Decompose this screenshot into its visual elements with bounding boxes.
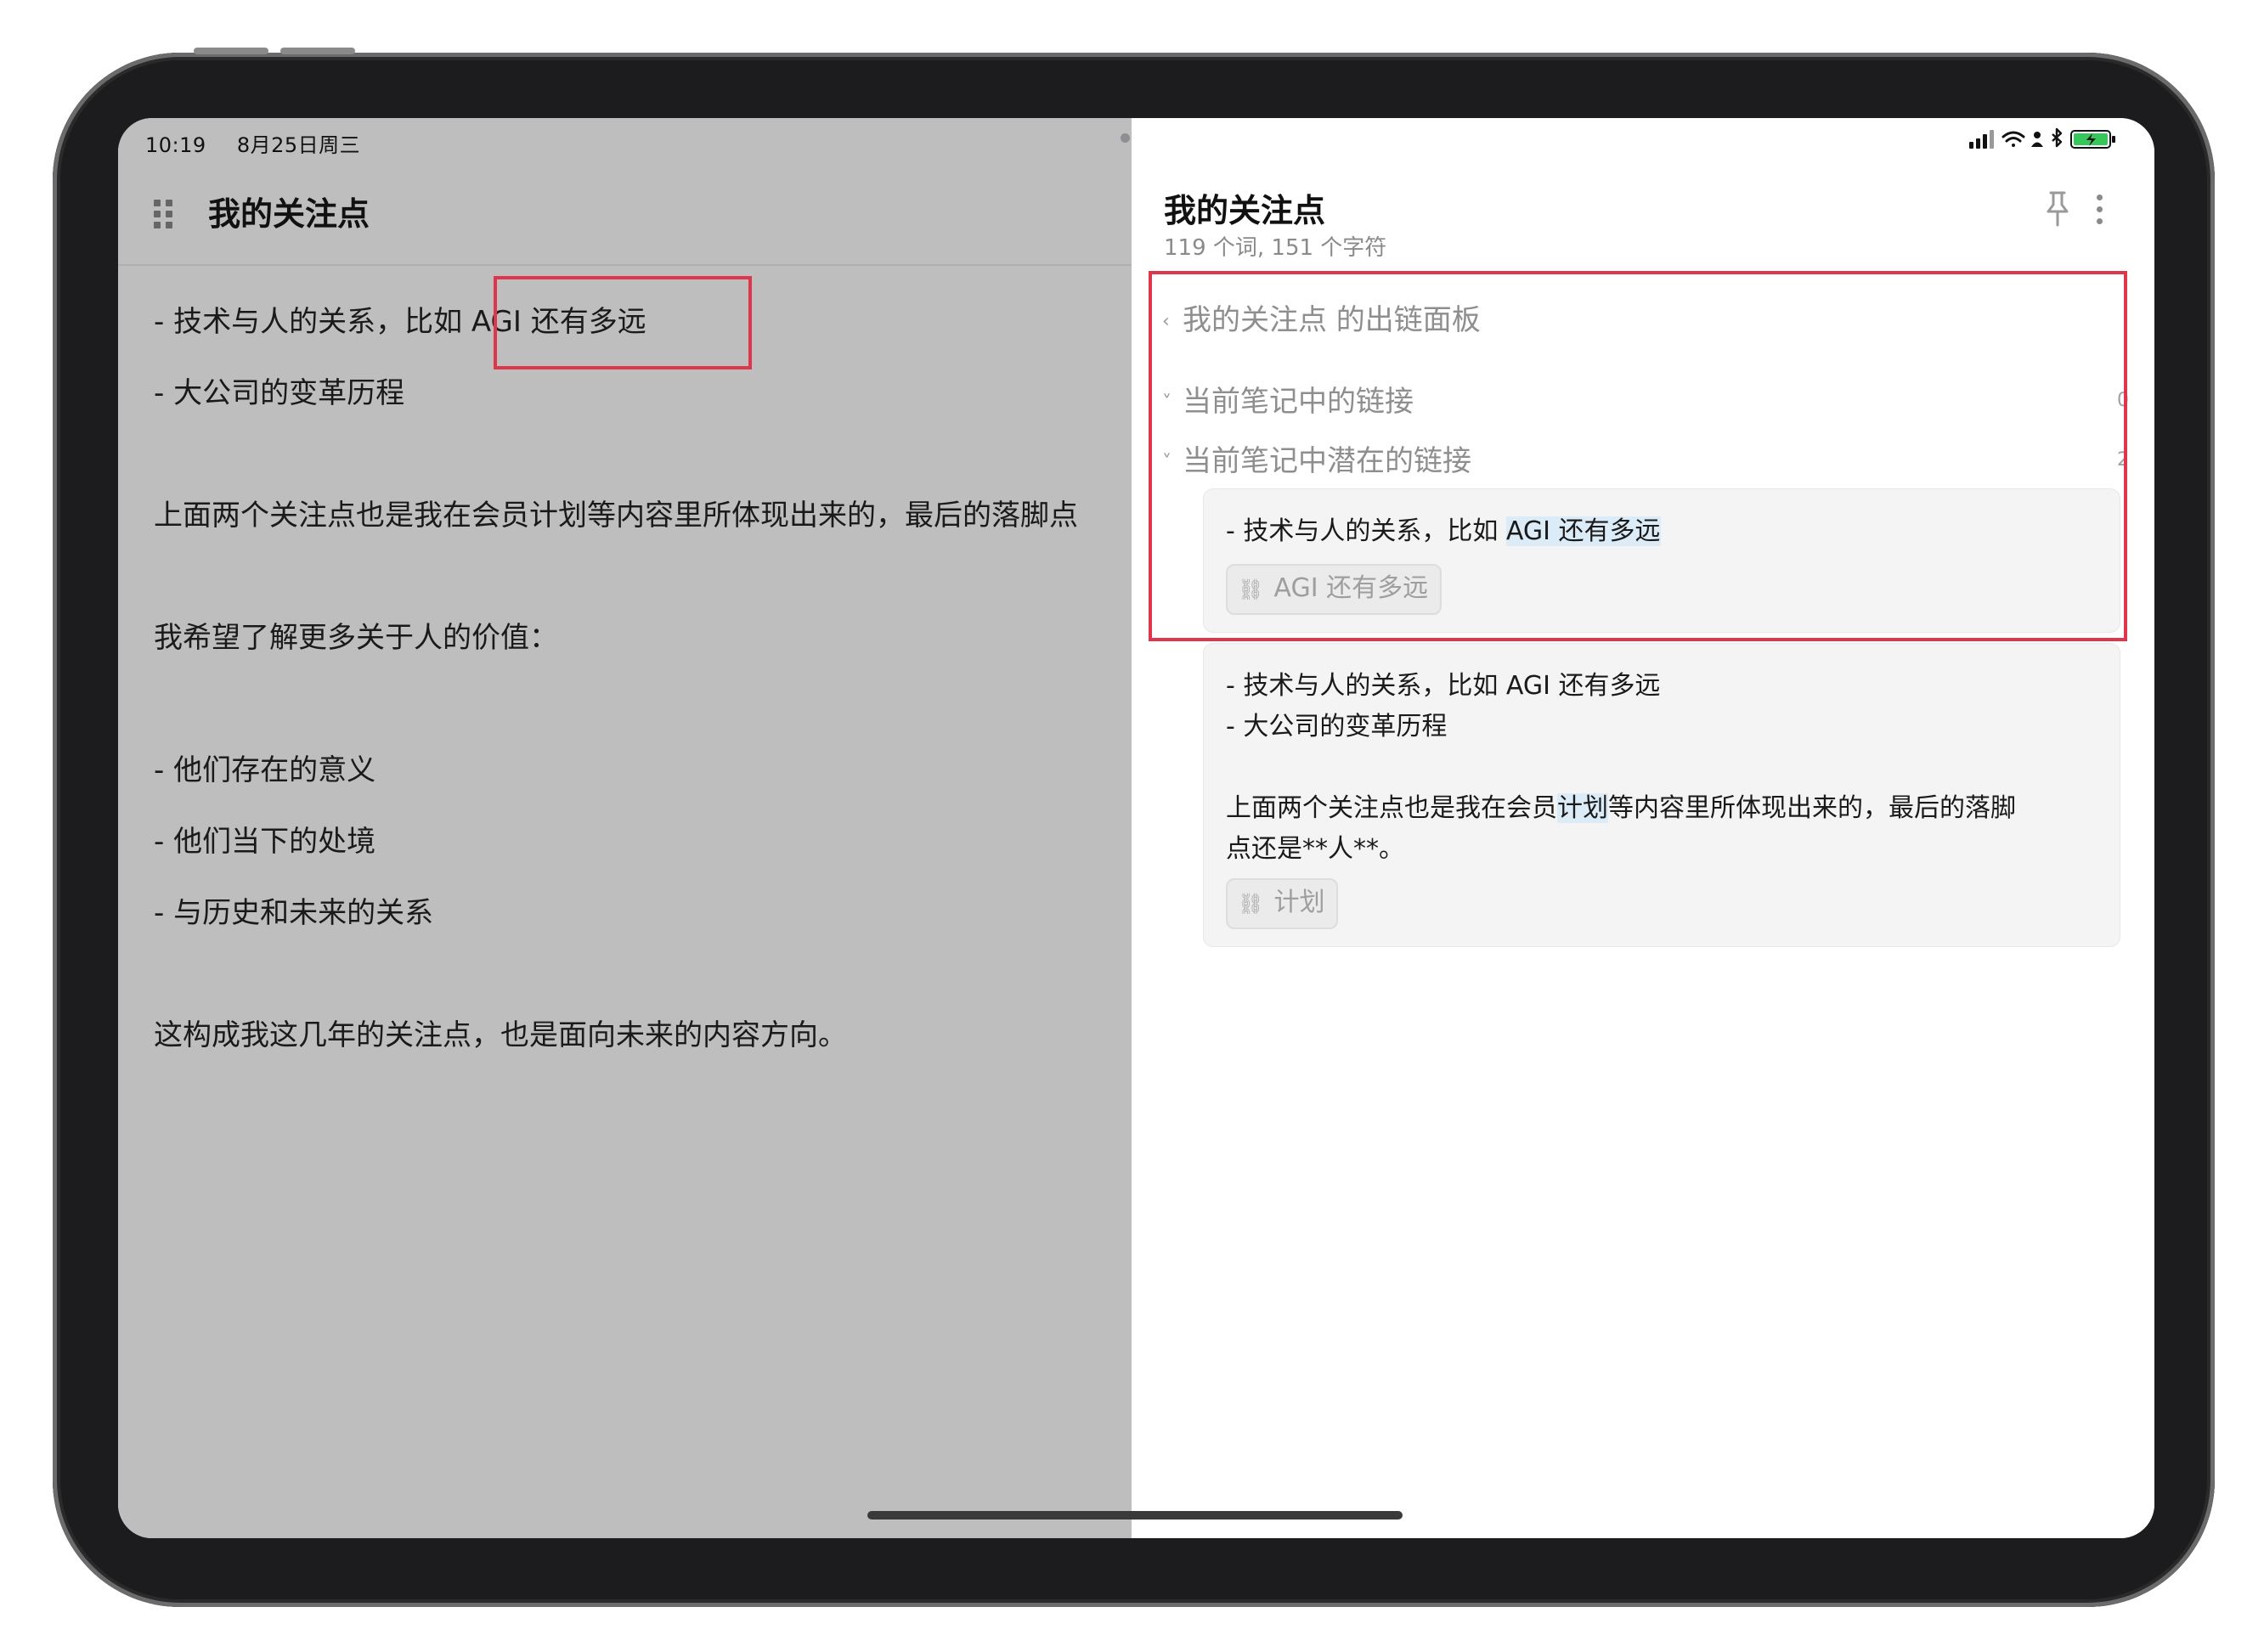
card-text-suffix: 等内容里所体现出来的，最后的落脚 [1608, 793, 2016, 823]
note-line: 这构成我这几年的关注点，也是面向未来的内容方向。 [154, 1018, 847, 1052]
wifi-icon [2001, 131, 2025, 147]
status-icons [1969, 127, 2115, 149]
note-line: - 与历史和未来的关系 [154, 896, 434, 930]
left-editor-pane: 10:19 8月25日周三 我的关注点 - 技术与人的关系，比如 AGI 还有多… [118, 118, 1132, 1538]
left-header: 我的关注点 [118, 169, 1132, 266]
note-line: - 大公司的变革历程 [154, 376, 405, 410]
status-time: 10:19 [145, 133, 206, 157]
card-context-text: 上面两个关注点也是我在会员计划等内容里所体现出来的，最后的落脚 [1226, 787, 2016, 824]
right-links-pane: 我的关注点 119 个词, 151 个字符 ‹ 我的关注点 的出链面板 ˅ 当前笔记… [1132, 118, 2154, 1538]
card-text-highlight: 计划 [1557, 793, 1608, 823]
status-bar-left: 10:19 8月25日周三 [145, 128, 384, 158]
cellular-signal-icon [1969, 130, 1994, 149]
status-bar-right [1968, 127, 2129, 152]
drag-handle-icon[interactable] [154, 200, 174, 228]
pin-icon[interactable] [2041, 189, 2075, 228]
chip-label: 计划 [1273, 888, 1325, 917]
note-line: 我希望了解更多关于人的价值： [154, 621, 558, 655]
link-suggestion-chip[interactable]: ⛓ 计划 [1226, 878, 1339, 929]
highlight-box-left [494, 276, 752, 369]
note-title: 我的关注点 [208, 195, 370, 233]
volume-down-button [280, 48, 355, 54]
home-indicator[interactable] [867, 1511, 1403, 1520]
status-date: 8月25日周三 [236, 133, 361, 157]
bluetooth-icon [2052, 127, 2063, 148]
note-line: 上面两个关注点也是我在会员计划等内容里所体现出来的，最后的落脚点 [154, 499, 1078, 533]
screen: 10:19 8月25日周三 我的关注点 - 技术与人的关系，比如 AGI 还有多… [118, 118, 2154, 1538]
potential-link-card[interactable]: - 技术与人的关系，比如 AGI 还有多远 - 大公司的变革历程 上面两个关注点… [1203, 643, 2120, 947]
highlight-box-right [1149, 271, 2127, 641]
more-options-icon[interactable] [2092, 193, 2109, 227]
person-icon [2031, 132, 2043, 147]
link-icon: ⛓ [1238, 892, 1264, 916]
card-context-text: 点还是**人**。 [1226, 834, 1404, 864]
note-line: - 他们当下的处境 [154, 825, 376, 859]
panel-note-title: 我的关注点 [1164, 192, 1326, 229]
volume-up-button [194, 48, 268, 54]
word-count: 119 个词, 151 个字符 [1164, 235, 1387, 261]
card-context-text: - 技术与人的关系，比如 AGI 还有多远 [1226, 671, 1661, 701]
card-text-prefix: 上面两个关注点也是我在会员 [1226, 793, 1557, 823]
battery-icon [2070, 130, 2115, 149]
card-context-text: - 大公司的变革历程 [1226, 712, 1448, 741]
note-line: - 他们存在的意义 [154, 753, 376, 787]
